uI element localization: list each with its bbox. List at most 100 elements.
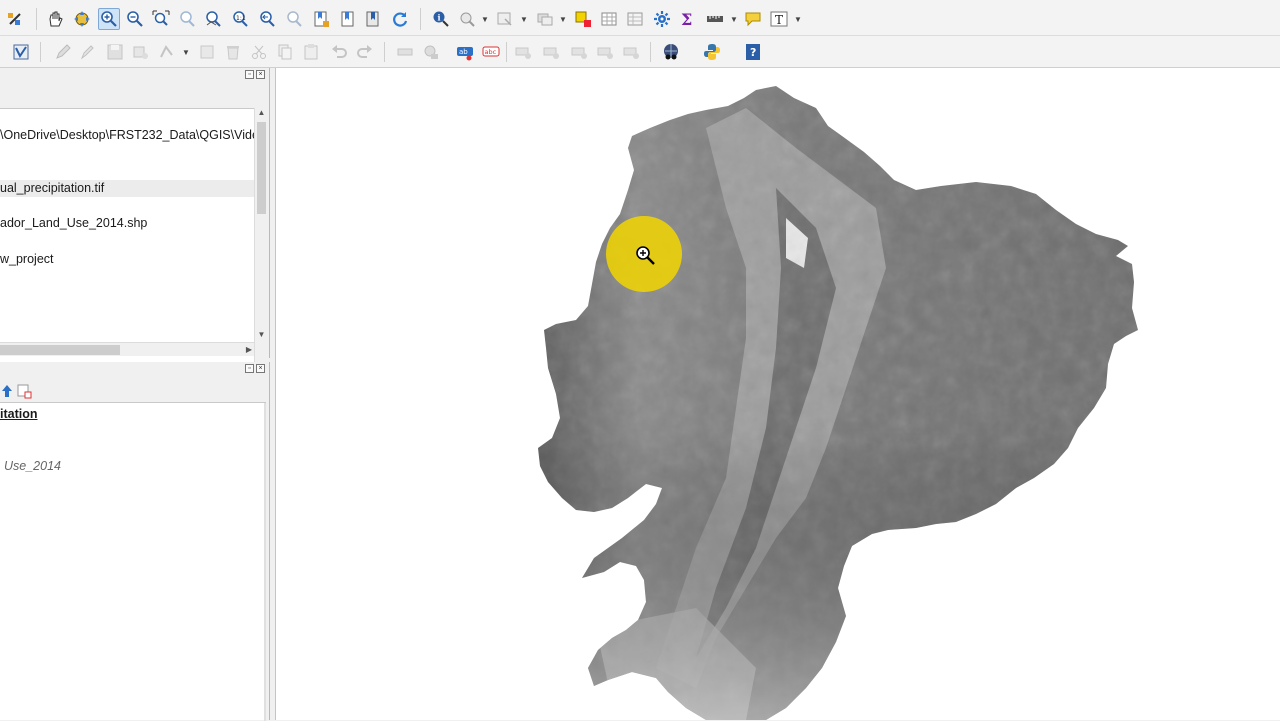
map-canvas[interactable] (275, 68, 1280, 720)
svg-text:T: T (775, 13, 783, 27)
deselect-icon[interactable] (572, 8, 594, 30)
cut-icon[interactable] (248, 41, 270, 63)
zoom-to-native-icon[interactable]: 1:1 (229, 8, 251, 30)
delete-selected-icon[interactable] (222, 41, 244, 63)
copy-icon[interactable] (274, 41, 296, 63)
field-calculator-icon[interactable] (624, 8, 646, 30)
vector-edit-icon[interactable] (10, 41, 32, 63)
undo-icon[interactable] (328, 41, 350, 63)
layer-labeling-icon[interactable]: ab (454, 41, 476, 63)
attribute-table-icon[interactable] (598, 8, 620, 30)
browser-panel: ▫ × \OneDrive\Desktop\FRST232_Data\QGIS\… (0, 68, 270, 370)
raster-layer-map (538, 86, 1138, 720)
browser-path-item[interactable]: \OneDrive\Desktop\FRST232_Data\QGIS\Vide… (0, 127, 254, 144)
toolbar-separator (506, 42, 507, 62)
close-panel-icon[interactable]: × (256, 70, 265, 79)
browser-panel-header-buttons: ▫ × (245, 70, 265, 79)
add-feature-icon[interactable] (130, 41, 152, 63)
toolbar-separator (40, 42, 41, 62)
zoom-to-layer-icon[interactable] (202, 8, 224, 30)
web-plugin-icon[interactable] (660, 41, 682, 63)
layer-item-precipitation[interactable]: itation (0, 405, 38, 423)
python-console-icon[interactable] (701, 41, 723, 63)
label-settings-icon[interactable]: abc (480, 41, 502, 63)
scrollbar-thumb[interactable] (0, 345, 120, 355)
browser-vertical-scrollbar[interactable]: ▲ ▼ (254, 108, 267, 370)
toolbar-separator (36, 8, 37, 30)
show-hide-labels-icon[interactable] (620, 41, 642, 63)
redo-icon[interactable] (354, 41, 376, 63)
chevron-down-icon[interactable]: ▼ (481, 8, 489, 30)
toolbar-separator (420, 8, 421, 30)
text-annotation-icon[interactable]: T (768, 8, 790, 30)
label-tool-icon[interactable] (394, 41, 416, 63)
close-panel-icon[interactable]: × (256, 364, 265, 373)
paste-icon[interactable] (300, 41, 322, 63)
toolbar-separator (384, 42, 385, 62)
layers-list: itation Use_2014 (0, 402, 266, 721)
scroll-right-icon[interactable]: ▶ (246, 343, 252, 357)
select-value-icon[interactable] (494, 8, 516, 30)
rotate-label-icon[interactable] (568, 41, 590, 63)
zoom-in-icon[interactable] (98, 8, 120, 30)
vertex-tool-icon[interactable] (196, 41, 218, 63)
change-label-icon[interactable] (594, 41, 616, 63)
zoom-to-selection-icon[interactable] (176, 8, 198, 30)
statistics-icon[interactable]: Σ (677, 8, 699, 30)
scroll-up-icon[interactable]: ▲ (255, 108, 268, 120)
show-spatial-bookmarks-icon[interactable] (362, 8, 384, 30)
map-tips-icon[interactable] (742, 8, 764, 30)
svg-text:1:1: 1:1 (236, 15, 246, 22)
editing-toolbar: ▼ ab abc ? (0, 36, 1280, 68)
chevron-down-icon[interactable]: ▼ (559, 8, 567, 30)
chevron-down-icon[interactable]: ▼ (730, 8, 738, 30)
remove-layer-icon[interactable] (13, 380, 35, 402)
pin-label-icon[interactable] (420, 41, 442, 63)
float-panel-icon[interactable]: ▫ (245, 364, 254, 373)
show-bookmarks-icon[interactable] (337, 8, 359, 30)
select-feature-icon[interactable] (456, 8, 478, 30)
browser-horizontal-scrollbar[interactable]: ▶ (0, 342, 254, 356)
select-all-icon[interactable] (534, 8, 556, 30)
zoom-next-icon[interactable] (283, 8, 305, 30)
layers-panel-header-buttons: ▫ × (245, 364, 265, 373)
layers-panel: ▫ × itation Use_2014 (0, 362, 270, 721)
pan-icon[interactable] (44, 8, 66, 30)
svg-text:ab: ab (459, 48, 468, 56)
browser-item-project[interactable]: w_project (0, 251, 254, 268)
layers-toolbar (0, 380, 270, 400)
chevron-down-icon[interactable]: ▼ (794, 8, 802, 30)
new-bookmark-icon[interactable] (310, 8, 332, 30)
scrollbar-thumb[interactable] (257, 122, 266, 214)
identify-icon[interactable]: i (430, 8, 452, 30)
toggle-editing-icon[interactable] (76, 41, 98, 63)
style-manager-icon[interactable] (4, 8, 26, 30)
browser-item-land-use[interactable]: ador_Land_Use_2014.shp (0, 215, 254, 232)
svg-text:Σ: Σ (681, 10, 692, 28)
layer-item-land-use[interactable]: Use_2014 (4, 457, 61, 475)
toolbox-icon[interactable] (651, 8, 673, 30)
measure-icon[interactable] (704, 8, 726, 30)
float-panel-icon[interactable]: ▫ (245, 70, 254, 79)
chevron-down-icon[interactable]: ▼ (182, 41, 190, 63)
save-edits-icon[interactable] (104, 41, 126, 63)
current-edits-icon[interactable] (52, 41, 74, 63)
digitize-icon[interactable] (156, 41, 178, 63)
zoom-last-icon[interactable] (256, 8, 278, 30)
svg-text:abc: abc (485, 48, 497, 56)
toolbar-separator (650, 42, 651, 62)
refresh-icon[interactable] (389, 8, 411, 30)
svg-text:i: i (438, 13, 441, 23)
highlight-pinned-icon[interactable] (512, 41, 534, 63)
zoom-full-icon[interactable] (150, 8, 172, 30)
chevron-down-icon[interactable]: ▼ (520, 8, 528, 30)
help-icon[interactable]: ? (742, 41, 764, 63)
pan-to-selection-icon[interactable] (71, 8, 93, 30)
svg-text:?: ? (750, 46, 756, 59)
move-label-icon[interactable] (540, 41, 562, 63)
map-navigation-toolbar: 1:1 i ▼ ▼ ▼ Σ ▼ T ▼ (0, 0, 1280, 36)
layers-scrollbar[interactable] (264, 403, 266, 721)
scroll-down-icon[interactable]: ▼ (255, 330, 268, 342)
zoom-out-icon[interactable] (124, 8, 146, 30)
browser-item-precipitation[interactable]: ual_precipitation.tif (0, 180, 254, 197)
